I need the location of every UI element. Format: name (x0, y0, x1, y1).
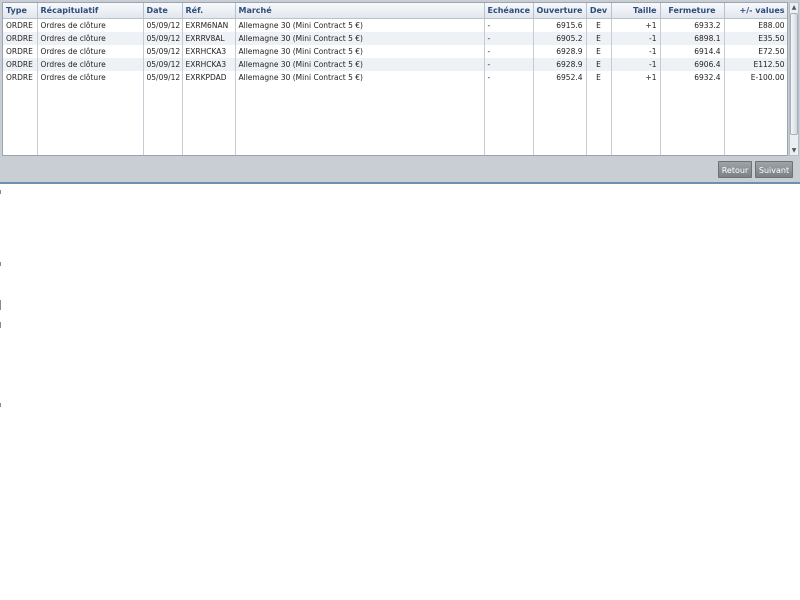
cell-recap: Ordres de clôture (37, 45, 144, 58)
cell-echeance: - (484, 18, 534, 32)
vertical-scrollbar[interactable]: ▲ ▼ (789, 2, 799, 156)
cell-ref: EXRRV8AL (182, 32, 236, 45)
cell-taille: +1 (611, 71, 661, 84)
cell-dev: E (586, 18, 612, 32)
cell-recap: Ordres de clôture (37, 32, 144, 45)
cell-type: ORDRE (3, 58, 38, 71)
edge-divider (0, 322, 1, 328)
cell-echeance: - (484, 58, 534, 71)
cell-ouverture: 6905.2 (533, 32, 587, 45)
table-row[interactable]: ORDRE Ordres de clôture 05/09/12 EXRRV8A… (3, 32, 787, 45)
trades-grid: Type Récapitulatif Date Réf. Marché Eché… (2, 2, 788, 156)
cell-marche: Allemagne 30 (Mini Contract 5 €) (235, 18, 485, 32)
cell-recap: Ordres de clôture (37, 71, 144, 84)
col-header-date[interactable]: Date (143, 3, 183, 19)
table-empty-space (3, 84, 787, 155)
table-row[interactable]: ORDRE Ordres de clôture 05/09/12 EXRKPDA… (3, 71, 787, 84)
cell-ouverture: 6952.4 (533, 71, 587, 84)
cell-taille: +1 (611, 18, 661, 32)
col-header-values[interactable]: +/- values (724, 3, 787, 19)
cell-values: E88.00 (724, 18, 787, 32)
cell-recap: Ordres de clôture (37, 58, 144, 71)
cell-marche: Allemagne 30 (Mini Contract 5 €) (235, 45, 485, 58)
cell-date: 05/09/12 (143, 18, 183, 32)
cell-type: ORDRE (3, 18, 38, 32)
cell-dev: E (586, 45, 612, 58)
table-row[interactable]: ORDRE Ordres de clôture 05/09/12 EXRM6NA… (3, 18, 787, 32)
cell-taille: -1 (611, 45, 661, 58)
trades-table: Type Récapitulatif Date Réf. Marché Eché… (3, 3, 787, 155)
cell-echeance: - (484, 45, 534, 58)
cell-ref: EXRHCKA3 (182, 45, 236, 58)
scrollbar-thumb[interactable] (790, 13, 798, 135)
cell-ouverture: 6928.9 (533, 58, 587, 71)
cell-values: E35.50 (724, 32, 787, 45)
cell-echeance: - (484, 32, 534, 45)
cell-date: 05/09/12 (143, 32, 183, 45)
cell-dev: E (586, 58, 612, 71)
cell-marche: Allemagne 30 (Mini Contract 5 €) (235, 32, 485, 45)
cell-taille: -1 (611, 32, 661, 45)
scroll-up-icon[interactable]: ▲ (790, 3, 798, 12)
edge-divider (0, 190, 1, 194)
cell-fermeture: 6933.2 (660, 18, 725, 32)
cell-values: E-100.00 (724, 71, 787, 84)
col-header-taille[interactable]: Taille (611, 3, 661, 19)
retour-button[interactable]: Retour (718, 161, 752, 178)
col-header-marche[interactable]: Marché (235, 3, 485, 19)
cell-ref: EXRHCKA3 (182, 58, 236, 71)
table-header-row: Type Récapitulatif Date Réf. Marché Eché… (3, 3, 787, 19)
cell-dev: E (586, 32, 612, 45)
table-row[interactable]: ORDRE Ordres de clôture 05/09/12 EXRHCKA… (3, 58, 787, 71)
cell-date: 05/09/12 (143, 71, 183, 84)
col-header-fermeture[interactable]: Fermeture (660, 3, 725, 19)
scroll-down-icon[interactable]: ▼ (790, 146, 798, 155)
edge-divider (0, 300, 1, 310)
cell-ref: EXRKPDAD (182, 71, 236, 84)
col-header-dev[interactable]: Dev (586, 3, 612, 19)
cell-ouverture: 6915.6 (533, 18, 587, 32)
cell-values: E112.50 (724, 58, 787, 71)
col-header-ref[interactable]: Réf. (182, 3, 236, 19)
col-header-type[interactable]: Type (3, 3, 38, 19)
cell-fermeture: 6906.4 (660, 58, 725, 71)
table-row[interactable]: ORDRE Ordres de clôture 05/09/12 EXRHCKA… (3, 45, 787, 58)
suivant-button[interactable]: Suivant (755, 161, 793, 178)
col-header-recap[interactable]: Récapitulatif (37, 3, 144, 19)
cell-fermeture: 6932.4 (660, 71, 725, 84)
cell-type: ORDRE (3, 45, 38, 58)
col-header-ouverture[interactable]: Ouverture (533, 3, 587, 19)
cell-ouverture: 6928.9 (533, 45, 587, 58)
cell-marche: Allemagne 30 (Mini Contract 5 €) (235, 58, 485, 71)
cell-type: ORDRE (3, 32, 38, 45)
cell-values: E72.50 (724, 45, 787, 58)
edge-divider (0, 403, 1, 407)
cell-type: ORDRE (3, 71, 38, 84)
trades-panel: Type Récapitulatif Date Réf. Marché Eché… (0, 0, 800, 184)
cell-dev: E (586, 71, 612, 84)
col-header-echeance[interactable]: Echéance (484, 3, 534, 19)
cell-echeance: - (484, 71, 534, 84)
cell-recap: Ordres de clôture (37, 18, 144, 32)
cell-date: 05/09/12 (143, 58, 183, 71)
cell-date: 05/09/12 (143, 45, 183, 58)
edge-divider (0, 262, 1, 266)
cell-fermeture: 6898.1 (660, 32, 725, 45)
cell-fermeture: 6914.4 (660, 45, 725, 58)
cell-taille: -1 (611, 58, 661, 71)
cell-ref: EXRM6NAN (182, 18, 236, 32)
cell-marche: Allemagne 30 (Mini Contract 5 €) (235, 71, 485, 84)
